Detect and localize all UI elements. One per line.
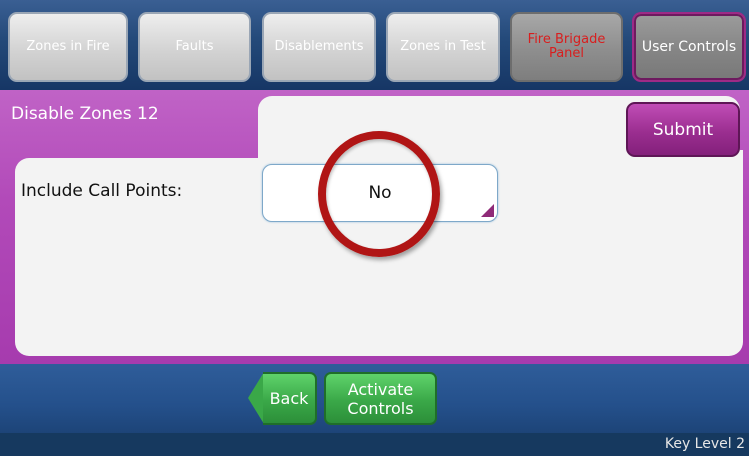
include-call-points-label: Include Call Points: (21, 181, 183, 201)
back-button[interactable]: Back (263, 372, 317, 425)
page-title: Disable Zones 12 (11, 104, 159, 124)
tab-disablements[interactable]: Disablements (262, 12, 376, 82)
dropdown-corner-icon (481, 204, 494, 217)
tab-faults[interactable]: Faults (138, 12, 251, 82)
highlight-circle (318, 131, 440, 257)
tab-zones-in-test[interactable]: Zones in Test (386, 12, 500, 82)
tab-fire-brigade-panel[interactable]: Fire Brigade Panel (510, 12, 623, 82)
top-tab-bar: Zones in Fire Faults Disablements Zones … (0, 0, 749, 90)
tab-zones-in-fire[interactable]: Zones in Fire (8, 12, 128, 82)
key-level-status: Key Level 2 (664, 436, 745, 452)
submit-button[interactable]: Submit (626, 102, 740, 157)
activate-controls-button[interactable]: Activate Controls (324, 372, 437, 425)
back-arrow-icon[interactable] (248, 372, 264, 424)
tab-user-controls[interactable]: User Controls (632, 12, 746, 82)
status-bar (0, 433, 749, 456)
